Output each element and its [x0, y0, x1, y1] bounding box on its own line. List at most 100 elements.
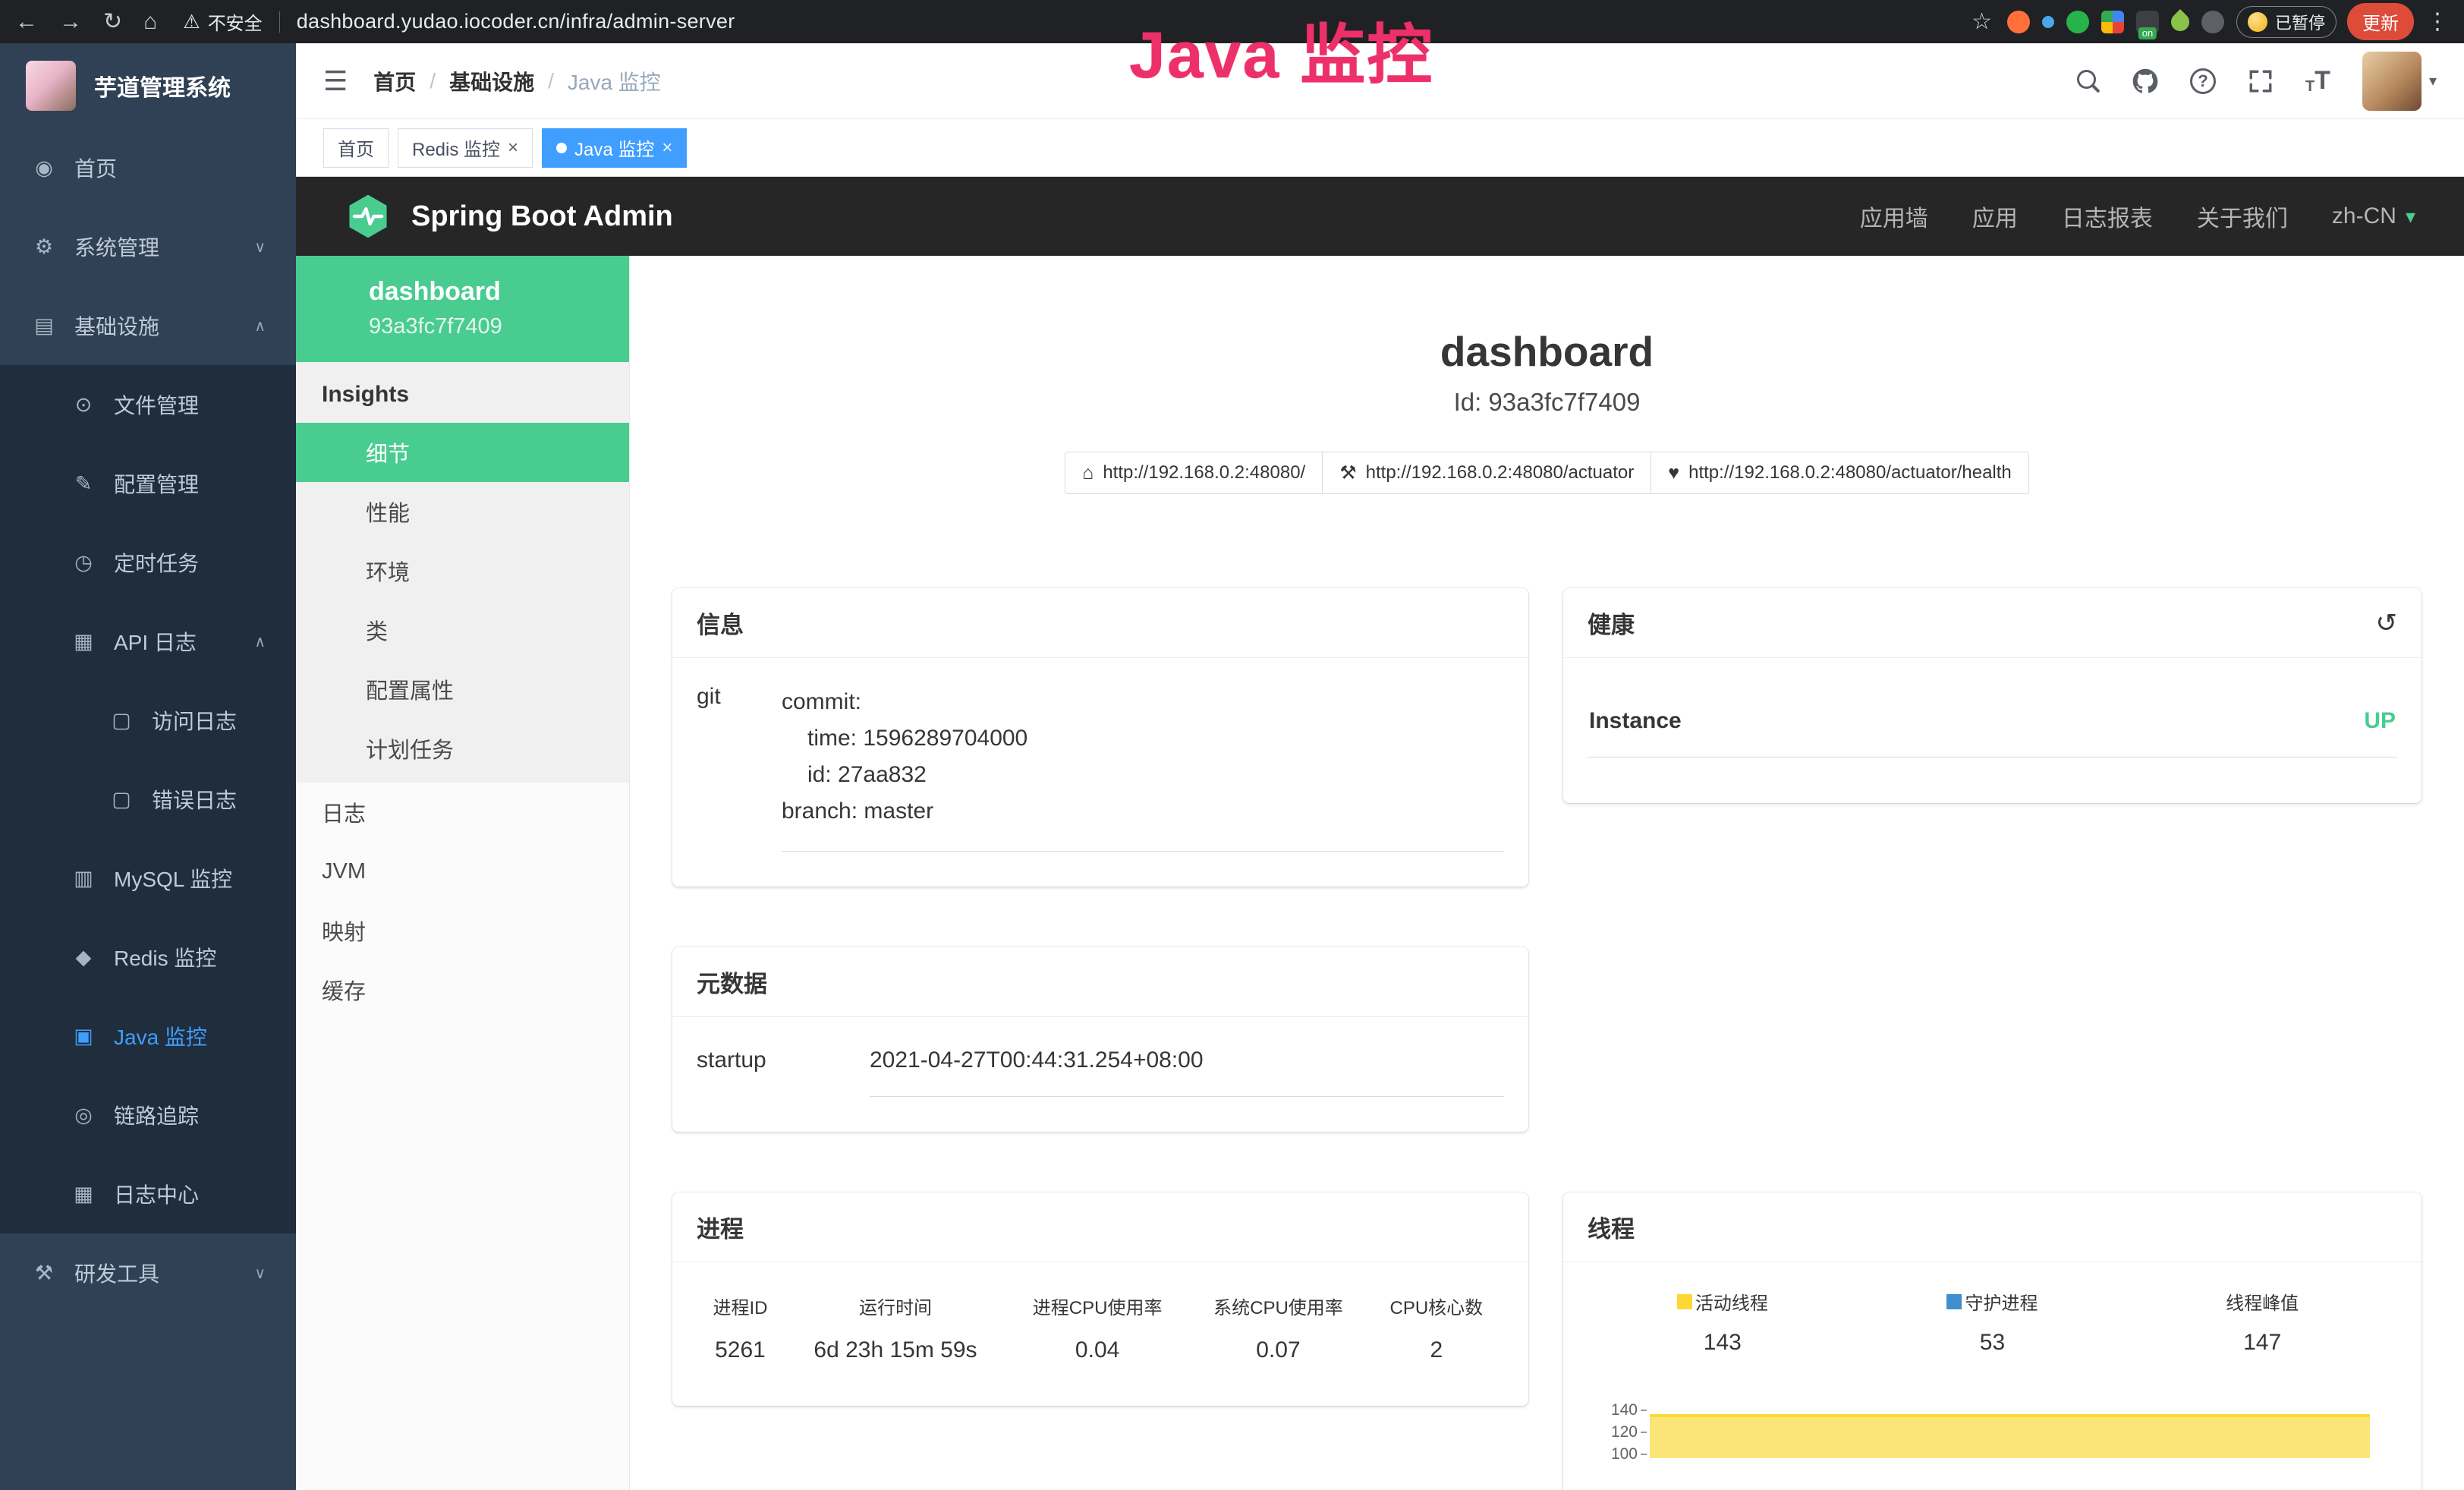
tab-label: 首页: [338, 134, 374, 161]
instance-subtitle: Id: 93a3fc7f7409: [672, 388, 2422, 417]
sba-item-scheduled-tasks[interactable]: 计划任务: [296, 719, 629, 778]
threads-chart-y-axis: 140 120 100: [1588, 1404, 1647, 1490]
sidebar-item-system-management[interactable]: ⚙ 系统管理 ∨: [0, 207, 296, 286]
tab-java-monitor[interactable]: Java 监控 ×: [542, 128, 687, 168]
forward-icon[interactable]: →: [59, 9, 82, 35]
database-icon: ▥: [70, 867, 97, 890]
extension-icon-4[interactable]: [2101, 11, 2124, 33]
metadata-card-title: 元数据: [697, 965, 767, 999]
sidebar-item-tracing[interactable]: ◎ 链路追踪: [0, 1076, 296, 1155]
sidebar-item-mysql-monitor[interactable]: ▥ MySQL 监控: [0, 839, 296, 918]
sba-nav-journal[interactable]: 日志报表: [2062, 200, 2153, 233]
process-header-process-cpu: 进程CPU使用率: [1007, 1288, 1188, 1336]
sidebar-item-label: 基础设施: [74, 310, 159, 341]
tab-home[interactable]: 首页: [323, 128, 389, 168]
address-bar[interactable]: dashboard.yudao.iocoder.cn/infra/admin-s…: [297, 10, 735, 33]
edit-icon: ✎: [70, 472, 97, 496]
process-card: 进程 进程ID 运行时间 进程CPU使用率 系统CPU使用率 CPU核心数: [672, 1192, 1528, 1406]
sidebar-item-label: 首页: [74, 153, 117, 183]
app-logo[interactable]: 芋道管理系统: [0, 43, 296, 128]
sba-sidebar: dashboard 93a3fc7f7409 Insights 细节 性能 环境…: [296, 256, 630, 1490]
sidebar-item-config-management[interactable]: ✎ 配置管理: [0, 444, 296, 523]
sba-item-caches[interactable]: 缓存: [296, 960, 629, 1019]
service-url-button[interactable]: ⌂ http://192.168.0.2:48080/: [1065, 452, 1323, 494]
sidebar-item-error-log[interactable]: ▢ 错误日志: [0, 760, 296, 839]
sidebar-item-access-log[interactable]: ▢ 访问日志: [0, 681, 296, 760]
search-icon[interactable]: [2076, 69, 2101, 93]
font-size-large-t: T: [2315, 66, 2330, 96]
face-emoji-icon: [2248, 12, 2267, 32]
sba-item-classes[interactable]: 类: [296, 600, 629, 660]
security-chip[interactable]: ⚠ 不安全: [183, 8, 262, 35]
chevron-up-icon: ∧: [254, 317, 266, 335]
sidebar-toggle-icon[interactable]: ☰: [323, 65, 348, 97]
fullscreen-icon[interactable]: [2248, 68, 2274, 94]
y-tick: 120: [1611, 1423, 1638, 1441]
sba-item-details[interactable]: 细节: [296, 423, 629, 482]
reload-icon[interactable]: ↻: [103, 8, 122, 35]
tab-redis-monitor[interactable]: Redis 监控 ×: [398, 128, 533, 168]
back-icon[interactable]: ←: [15, 9, 38, 35]
sidebar-item-home[interactable]: ◉ 首页: [0, 128, 296, 207]
sba-nav-about[interactable]: 关于我们: [2197, 200, 2288, 233]
health-url-button[interactable]: ♥ http://192.168.0.2:48080/actuator/heal…: [1651, 452, 2029, 494]
sidebar-item-api-log[interactable]: ▦ API 日志 ∧: [0, 602, 296, 681]
bookmark-star-icon[interactable]: ☆: [1972, 8, 1992, 35]
sba-item-environment[interactable]: 环境: [296, 541, 629, 600]
tools-icon: ⚒: [30, 1262, 58, 1285]
browser-menu-icon[interactable]: ⋮: [2426, 8, 2449, 35]
user-avatar[interactable]: [2362, 52, 2422, 111]
sba-item-performance[interactable]: 性能: [296, 482, 629, 541]
sba-brand-title[interactable]: Spring Boot Admin: [411, 200, 673, 233]
breadcrumb-infrastructure[interactable]: 基础设施: [449, 66, 534, 96]
paused-label: 已暂停: [2275, 10, 2325, 34]
extension-icon-6[interactable]: [2167, 9, 2193, 35]
extension-icon-5[interactable]: on: [2136, 11, 2159, 33]
sidebar-item-dev-tools[interactable]: ⚒ 研发工具 ∨: [0, 1233, 296, 1312]
sidebar-item-label: 文件管理: [114, 389, 199, 420]
extension-icon-1[interactable]: [2007, 11, 2030, 33]
close-icon[interactable]: ×: [662, 139, 672, 157]
sidebar-item-infrastructure[interactable]: ▤ 基础设施 ∧: [0, 286, 296, 365]
redis-icon: ◆: [70, 946, 97, 969]
sba-instance-header[interactable]: dashboard 93a3fc7f7409: [296, 256, 629, 362]
security-label: 不安全: [208, 8, 263, 35]
browser-update-button[interactable]: 更新: [2347, 3, 2414, 40]
user-menu[interactable]: ▾: [2362, 52, 2437, 111]
extension-icon-3[interactable]: [2066, 11, 2089, 33]
sidebar-item-java-monitor[interactable]: ▣ Java 监控: [0, 997, 296, 1076]
infrastructure-icon: ▤: [30, 314, 58, 338]
browser-home-icon[interactable]: ⌂: [143, 9, 157, 35]
extension-icon-7[interactable]: [2201, 11, 2224, 33]
info-key: git: [697, 684, 782, 852]
font-size-icon[interactable]: TT: [2305, 66, 2330, 96]
sidebar-item-file-management[interactable]: ⊙ 文件管理: [0, 365, 296, 444]
sba-item-config-properties[interactable]: 配置属性: [296, 660, 629, 719]
instance-name: dashboard: [369, 277, 614, 307]
close-icon[interactable]: ×: [508, 139, 518, 157]
active-threads-value: 143: [1588, 1330, 1858, 1356]
extension-icon-2[interactable]: [2042, 16, 2054, 28]
sidebar-item-log-center[interactable]: ▦ 日志中心: [0, 1155, 296, 1233]
sba-item-jvm[interactable]: JVM: [296, 842, 629, 901]
github-icon[interactable]: [2132, 68, 2158, 94]
sba-item-logfile[interactable]: 日志: [296, 783, 629, 842]
actuator-url-button[interactable]: ⚒ http://192.168.0.2:48080/actuator: [1322, 452, 1651, 494]
history-icon[interactable]: ↺: [2376, 610, 2398, 636]
paused-badge[interactable]: 已暂停: [2236, 6, 2337, 38]
sidebar-item-label: 配置管理: [114, 468, 199, 499]
sidebar-item-scheduled-jobs[interactable]: ◷ 定时任务: [0, 523, 296, 602]
sba-nav-wallboard[interactable]: 应用墙: [1860, 200, 1928, 233]
metadata-key: startup: [697, 1043, 870, 1097]
instance-title: dashboard: [672, 328, 2422, 376]
breadcrumb-home[interactable]: 首页: [373, 66, 416, 96]
home-icon: ◉: [30, 156, 58, 180]
sidebar-item-label: MySQL 监控: [114, 863, 232, 893]
sba-nav-applications[interactable]: 应用: [1972, 200, 2018, 233]
sidebar-item-redis-monitor[interactable]: ◆ Redis 监控: [0, 918, 296, 997]
sba-section-label: Insights: [296, 362, 629, 423]
sba-locale-select[interactable]: zh-CN ▾: [2332, 203, 2415, 229]
metadata-value: 2021-04-27T00:44:31.254+08:00: [870, 1043, 1504, 1097]
help-icon[interactable]: ?: [2190, 68, 2216, 94]
sba-item-mappings[interactable]: 映射: [296, 901, 629, 960]
